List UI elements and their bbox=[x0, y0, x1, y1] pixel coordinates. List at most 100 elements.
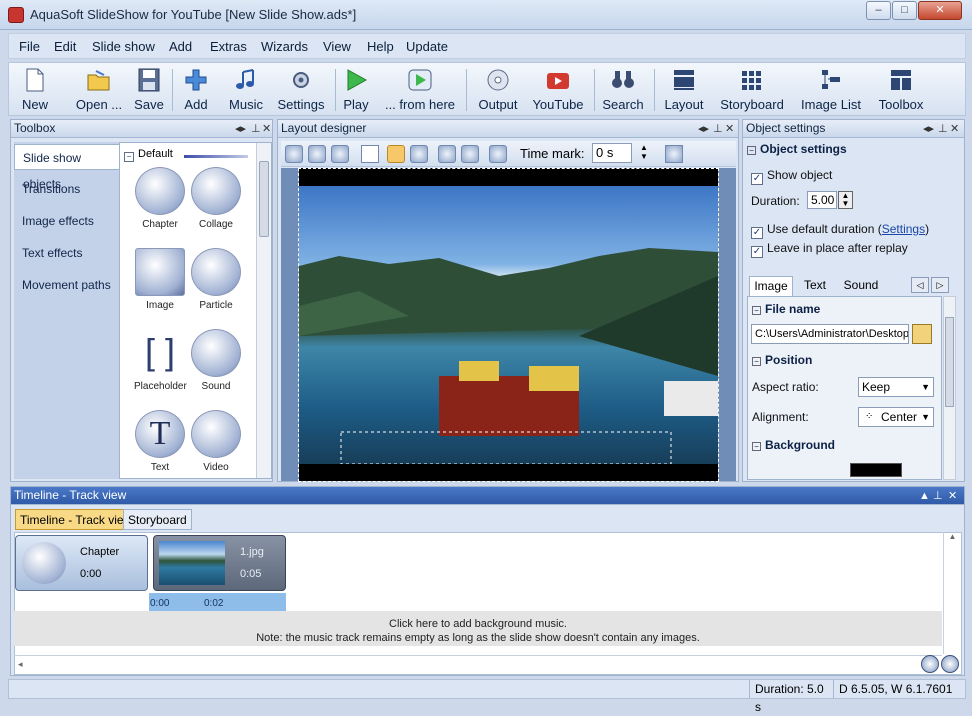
settings-button[interactable]: Settings bbox=[273, 66, 329, 114]
tool-sound[interactable]: Sound bbox=[190, 329, 242, 392]
chapter-clip[interactable]: Chapter 0:00 bbox=[15, 535, 148, 591]
tab-text[interactable]: Text bbox=[795, 276, 835, 296]
menu-slide-show[interactable]: Slide show bbox=[92, 39, 155, 54]
browse-folder-icon[interactable] bbox=[912, 324, 932, 344]
selection-box[interactable] bbox=[298, 168, 719, 482]
use-default-duration-checkbox[interactable]: ✓ Use default duration (Settings) bbox=[751, 222, 929, 239]
settings-link[interactable]: Settings bbox=[882, 222, 925, 236]
play-from-here-button[interactable]: ... from here bbox=[381, 66, 459, 114]
image-list-button[interactable]: Image List bbox=[797, 66, 865, 114]
youtube-button[interactable]: YouTube bbox=[529, 66, 587, 114]
zoom-out-icon[interactable] bbox=[941, 655, 959, 673]
minimize-button[interactable]: – bbox=[866, 1, 891, 20]
tab-storyboard[interactable]: Storyboard bbox=[123, 509, 192, 530]
timeline-vertical-scrollbar[interactable]: ▲ bbox=[943, 532, 961, 654]
panel-menu-icon[interactable]: ◂▸ bbox=[923, 121, 934, 138]
pin-icon[interactable]: ⊥ bbox=[938, 121, 948, 138]
tab-next-icon[interactable]: ▷ bbox=[931, 277, 949, 293]
tab-image[interactable]: Image bbox=[749, 276, 793, 296]
menu-add[interactable]: Add bbox=[169, 39, 192, 54]
tab-movement-paths[interactable]: Movement paths bbox=[14, 272, 119, 298]
pin-icon[interactable]: ⊥ bbox=[251, 121, 261, 138]
group-toggle[interactable]: − Default bbox=[124, 148, 173, 162]
duration-spinner[interactable]: ▲ ▼ bbox=[838, 191, 853, 209]
pin-icon[interactable]: ⊥ bbox=[713, 121, 723, 138]
add-button[interactable]: Add bbox=[177, 66, 215, 114]
time-ruler[interactable]: 0:00 0:02 bbox=[149, 593, 286, 611]
new-button[interactable]: New bbox=[13, 66, 57, 114]
zoom-in-icon[interactable] bbox=[285, 145, 303, 163]
time-mark-spinner[interactable]: ▲ ▼ bbox=[637, 143, 651, 163]
storyboard-button[interactable]: Storyboard bbox=[715, 66, 789, 114]
object-settings-section[interactable]: − Object settings bbox=[747, 142, 847, 156]
output-button[interactable]: Output bbox=[471, 66, 525, 114]
tool-particle[interactable]: Particle bbox=[190, 248, 242, 311]
close-button[interactable]: ✕ bbox=[918, 1, 962, 20]
image-clip-name: 1.jpg bbox=[240, 546, 264, 558]
properties-icon[interactable] bbox=[489, 145, 507, 163]
menu-edit[interactable]: Edit bbox=[54, 39, 76, 54]
music-track[interactable]: Click here to add background music. Note… bbox=[14, 611, 942, 646]
tab-transitions[interactable]: Transitions bbox=[14, 176, 119, 202]
aspect-ratio-select[interactable]: Keep ▼ bbox=[858, 377, 934, 397]
panel-menu-icon[interactable]: ◂▸ bbox=[235, 121, 246, 138]
menu-extras[interactable]: Extras bbox=[210, 39, 247, 54]
tab-image-effects[interactable]: Image effects bbox=[14, 208, 119, 234]
background-color-swatch[interactable] bbox=[850, 463, 902, 477]
tool-chapter[interactable]: Chapter bbox=[134, 167, 186, 230]
tab-timeline-track-view[interactable]: Timeline - Track view bbox=[15, 509, 138, 530]
image-clip[interactable]: 1.jpg 0:05 bbox=[153, 535, 286, 591]
menu-wizards[interactable]: Wizards bbox=[261, 39, 308, 54]
tool-placeholder[interactable]: [ ] Placeholder bbox=[134, 329, 187, 392]
panel-close-icon[interactable]: ✕ bbox=[262, 121, 271, 138]
collapse-icon[interactable]: ▲ bbox=[919, 488, 930, 505]
tab-prev-icon[interactable]: ◁ bbox=[911, 277, 929, 293]
toolbox-scrollbar[interactable] bbox=[256, 143, 271, 478]
menu-view[interactable]: View bbox=[323, 39, 351, 54]
music-button[interactable]: Music bbox=[223, 66, 269, 114]
image-view-icon[interactable] bbox=[387, 145, 405, 163]
toolbox-button[interactable]: Toolbox bbox=[873, 66, 929, 114]
rotate-left-icon[interactable] bbox=[438, 145, 456, 163]
duration-input[interactable]: 5.00 bbox=[807, 191, 837, 209]
image-clip-time: 0:05 bbox=[240, 568, 262, 580]
file-name-section[interactable]: − File name bbox=[752, 302, 820, 316]
tool-video[interactable]: Video bbox=[190, 410, 242, 473]
position-section[interactable]: − Position bbox=[752, 353, 812, 367]
tab-sound[interactable]: Sound bbox=[837, 276, 885, 296]
save-button[interactable]: Save bbox=[129, 66, 169, 114]
panel-menu-icon[interactable]: ◂▸ bbox=[698, 121, 709, 138]
alignment-select[interactable]: ⁘ Center ▼ bbox=[858, 407, 934, 427]
time-mark-input[interactable]: 0 s bbox=[592, 143, 632, 163]
save-frame-icon[interactable] bbox=[665, 145, 683, 163]
open-button[interactable]: Open ... bbox=[69, 66, 129, 114]
tool-text[interactable]: T Text bbox=[134, 410, 186, 473]
tab-text-effects[interactable]: Text effects bbox=[14, 240, 119, 266]
menu-update[interactable]: Update bbox=[406, 39, 448, 54]
tool-collage[interactable]: Collage bbox=[190, 167, 242, 230]
file-path-input[interactable]: C:\Users\Administrator\Desktop bbox=[751, 324, 909, 344]
settings-scrollbar[interactable] bbox=[943, 296, 956, 480]
timeline-horizontal-scrollbar[interactable]: ◂ bbox=[14, 655, 942, 673]
camera-icon[interactable] bbox=[410, 145, 428, 163]
rotate-right-icon[interactable] bbox=[461, 145, 479, 163]
pin-icon[interactable]: ⊥ bbox=[933, 488, 943, 505]
grid-icon[interactable] bbox=[361, 145, 379, 163]
show-object-checkbox[interactable]: ✓ Show object bbox=[751, 168, 832, 185]
maximize-button[interactable]: □ bbox=[892, 1, 917, 20]
tool-image[interactable]: Image bbox=[134, 248, 186, 311]
play-button[interactable]: Play bbox=[339, 66, 373, 114]
panel-close-icon[interactable]: ✕ bbox=[948, 488, 957, 505]
menu-help[interactable]: Help bbox=[367, 39, 394, 54]
panel-close-icon[interactable]: ✕ bbox=[725, 121, 734, 138]
layout-button[interactable]: Layout bbox=[659, 66, 709, 114]
menu-file[interactable]: File bbox=[19, 39, 40, 54]
search-button[interactable]: Search bbox=[599, 66, 647, 114]
background-section[interactable]: − Background bbox=[752, 438, 835, 452]
panel-close-icon[interactable]: ✕ bbox=[950, 121, 959, 138]
zoom-fit-icon[interactable] bbox=[331, 145, 349, 163]
tab-slide-show-objects[interactable]: Slide show objects bbox=[14, 144, 119, 191]
leave-in-place-checkbox[interactable]: ✓ Leave in place after replay bbox=[751, 241, 908, 258]
zoom-in-icon[interactable] bbox=[921, 655, 939, 673]
zoom-out-icon[interactable] bbox=[308, 145, 326, 163]
